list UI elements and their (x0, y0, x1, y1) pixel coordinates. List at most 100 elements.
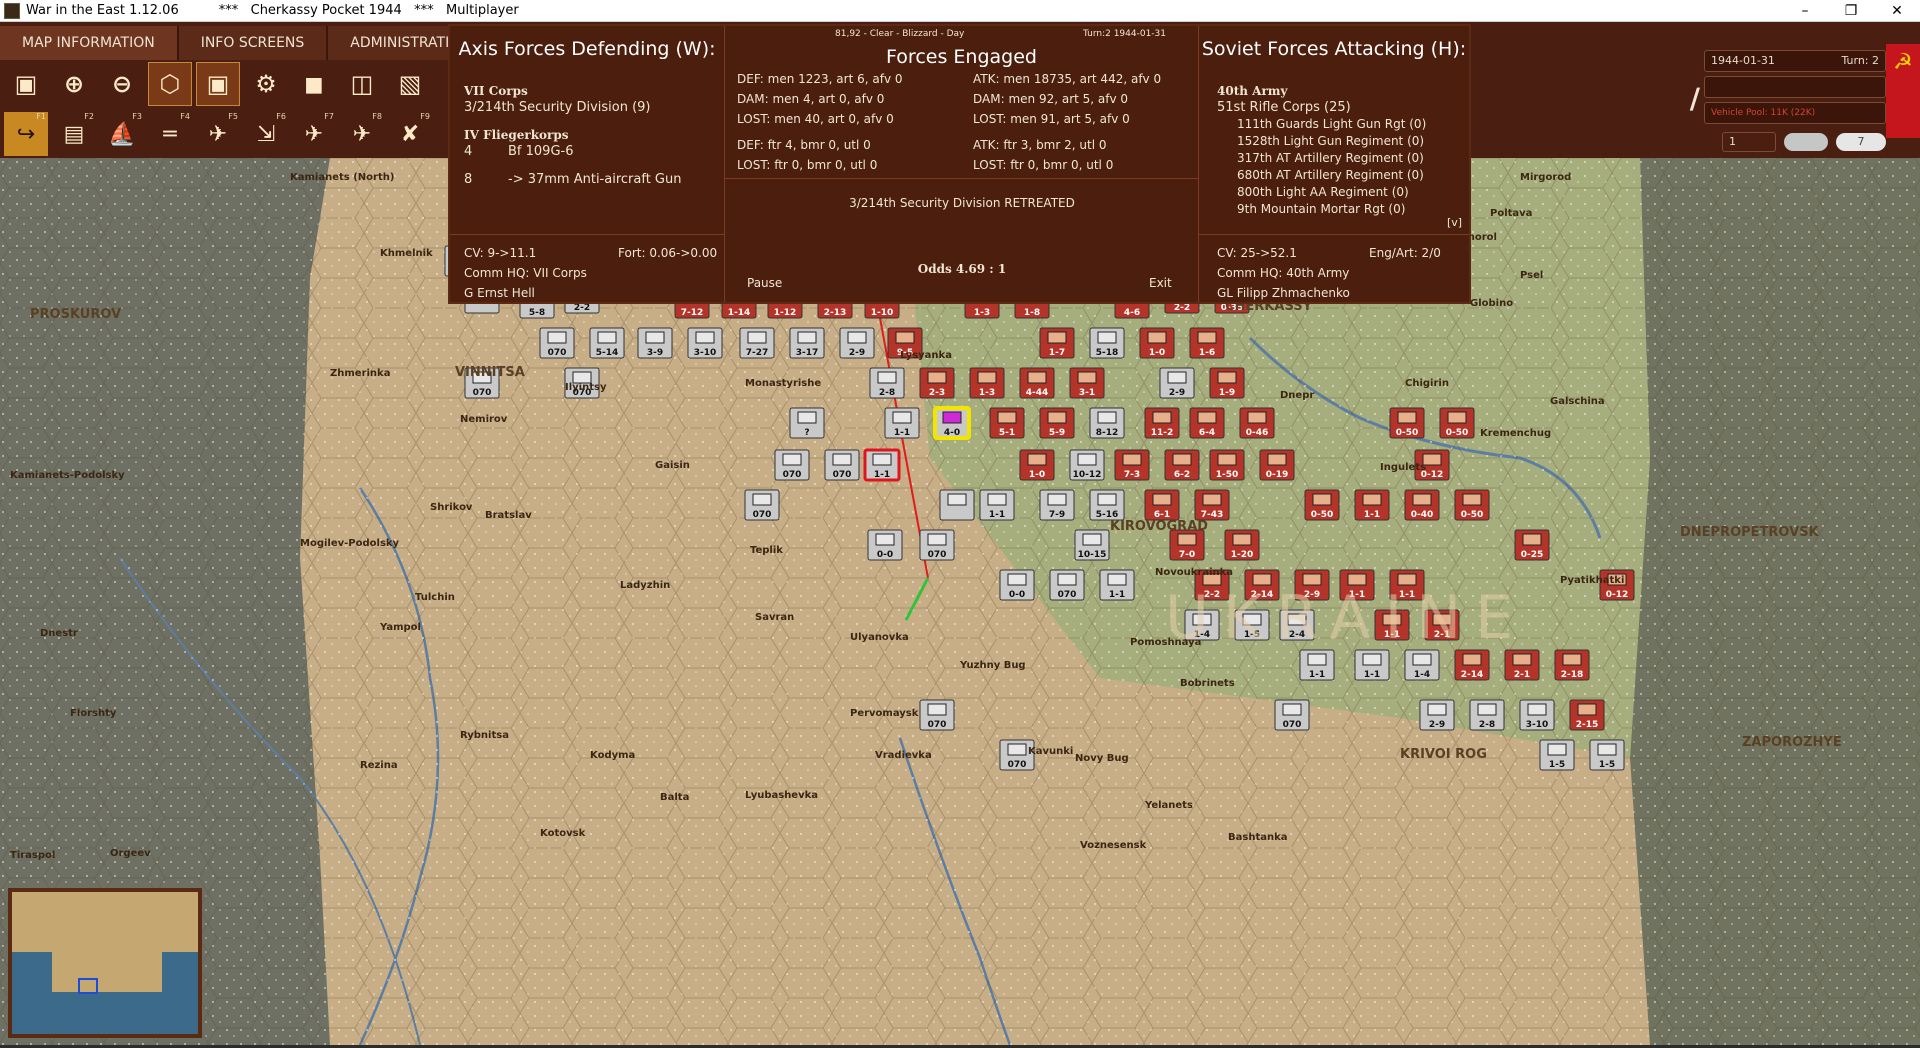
axis-unit-counter[interactable]: 5-18 (1089, 327, 1125, 359)
soviet-subunit[interactable]: 111th Guards Light Gun Rgt (0) (1237, 117, 1426, 131)
axis-unit-counter[interactable]: 7-9 (1039, 489, 1075, 521)
soviet-unit-counter[interactable]: 3-1 (1069, 367, 1105, 399)
tab-info-screens[interactable]: INFO SCREENS (178, 26, 329, 60)
axis-unit-counter[interactable]: 070 (774, 449, 810, 481)
soviet-unit-counter[interactable]: 4-44 (1019, 367, 1055, 399)
soviet-unit-counter[interactable]: 2-3 (919, 367, 955, 399)
hex-grid-icon[interactable]: ⬡ (148, 62, 192, 106)
axis-unit-counter[interactable]: 0-0 (867, 529, 903, 561)
value-field[interactable]: 1 (1722, 132, 1776, 152)
recon-icon[interactable]: F7 ✈ (292, 112, 336, 156)
axis-unit-counter[interactable]: 5-16 (1089, 489, 1125, 521)
soviet-subunit[interactable]: 800th Light AA Regiment (0) (1237, 185, 1409, 199)
rail-icon[interactable]: F4 ═ (148, 112, 192, 156)
soviet-unit-counter[interactable]: 0-50 (1439, 407, 1475, 439)
axis-unit-counter[interactable]: ? (789, 407, 825, 439)
soviet-unit-counter[interactable]: 6-2 (1164, 449, 1200, 481)
axis-unit-counter[interactable]: 5-14 (589, 327, 625, 359)
soviet-unit-line[interactable]: 51st Rifle Corps (25) (1217, 100, 1351, 115)
tab-map-information[interactable]: MAP INFORMATION (0, 26, 179, 60)
soviet-subunit[interactable]: 317th AT Artillery Regiment (0) (1237, 151, 1424, 165)
axis-unit-counter[interactable] (939, 489, 975, 521)
zoom-level[interactable]: 7 (1836, 133, 1886, 151)
soviet-unit-counter[interactable]: 0-50 (1389, 407, 1425, 439)
pencil-icon[interactable]: ∕ (1690, 82, 1700, 115)
maximize-icon[interactable]: ❐ (1828, 0, 1874, 22)
axis-unit-counter[interactable]: 070 (824, 449, 860, 481)
soviet-unit-counter[interactable]: 1-50 (1209, 449, 1245, 481)
move-icon[interactable]: F1 ↪ (4, 112, 48, 156)
soviet-unit-counter[interactable]: 7-0 (1169, 529, 1205, 561)
axis-unit-counter[interactable]: 1-1 (979, 489, 1015, 521)
soviet-unit-counter[interactable]: 5-1 (989, 407, 1025, 439)
minimap[interactable] (8, 888, 202, 1038)
axis-unit-counter[interactable]: 1-1 (1299, 649, 1335, 681)
soviet-unit-counter[interactable]: 1-0 (1139, 327, 1175, 359)
more-toggle[interactable]: [v] (1447, 216, 1462, 229)
axis-unit-counter[interactable]: 2-9 (839, 327, 875, 359)
close-icon[interactable]: ✕ (1874, 0, 1920, 22)
zoom-out-icon[interactable]: ⊖ (100, 62, 144, 106)
soviet-unit-counter[interactable]: 1-20 (1224, 529, 1260, 561)
axis-unit-counter[interactable]: 1-1 (1354, 649, 1390, 681)
soviet-unit-counter[interactable]: 2-14 (1454, 649, 1490, 681)
air-attack-icon[interactable]: F9 ✘ (388, 112, 432, 156)
soviet-unit-counter[interactable]: 6-1 (1144, 489, 1180, 521)
axis-unit-counter[interactable]: 4-0 (933, 406, 971, 440)
axis-unit-counter[interactable]: 3-9 (637, 327, 673, 359)
soviet-unit-counter[interactable]: 1-9 (1209, 367, 1245, 399)
soviet-unit-counter[interactable]: 1-3 (969, 367, 1005, 399)
bomb-icon[interactable]: F8 ✈ (340, 112, 384, 156)
axis-unit-counter[interactable]: 3-17 (789, 327, 825, 359)
minimap-viewport[interactable] (78, 978, 98, 994)
soviet-unit-counter[interactable]: 0-25 (1514, 529, 1550, 561)
axis-unit-counter[interactable]: 1-1 (884, 407, 920, 439)
axis-unit-counter[interactable]: 1-4 (1404, 649, 1440, 681)
transfer-icon[interactable]: F6 ⇲ (244, 112, 288, 156)
axis-unit-counter[interactable]: 10-15 (1074, 529, 1110, 561)
window-icon[interactable]: ▣ (4, 62, 48, 106)
soviet-unit-counter[interactable]: 2-15 (1569, 699, 1605, 731)
axis-unit-counter[interactable]: 2-9 (1419, 699, 1455, 731)
soviet-unit-counter[interactable]: 0-50 (1304, 489, 1340, 521)
zoom-in-icon[interactable]: ⊕ (52, 62, 96, 106)
soviet-unit-counter[interactable]: 2-1 (1504, 649, 1540, 681)
axis-unit-counter[interactable]: 1-5 (1589, 739, 1625, 771)
axis-unit-counter[interactable]: 3-10 (1519, 699, 1555, 731)
settings-gear-icon[interactable]: ⚙ (244, 62, 288, 106)
soviet-unit-counter[interactable]: 1-7 (1039, 327, 1075, 359)
axis-unit-counter[interactable]: 070 (919, 529, 955, 561)
axis-unit-counter[interactable]: 10-12 (1069, 449, 1105, 481)
soviet-unit-counter[interactable]: 0-40 (1404, 489, 1440, 521)
soviet-unit-counter[interactable]: 1-6 (1189, 327, 1225, 359)
axis-unit-counter[interactable]: 0-0 (999, 569, 1035, 601)
soviet-unit-counter[interactable]: 7-43 (1194, 489, 1230, 521)
axis-unit-counter[interactable]: 1-1 (863, 448, 901, 482)
center-map-icon[interactable]: ▣ (196, 62, 240, 106)
soviet-unit-counter[interactable]: 2-18 (1554, 649, 1590, 681)
axis-unit-counter[interactable]: 1-1 (1099, 569, 1135, 601)
axis-unit-counter[interactable]: 3-10 (687, 327, 723, 359)
axis-unit-counter[interactable]: 2-8 (1469, 699, 1505, 731)
air-icon[interactable]: F5 ✈ (196, 112, 240, 156)
naval-icon[interactable]: F3 ⛵ (100, 112, 144, 156)
soviet-subunit[interactable]: 1528th Light Gun Regiment (0) (1237, 134, 1424, 148)
exit-button[interactable]: Exit (1149, 276, 1172, 290)
axis-unit-counter[interactable]: 070 (744, 489, 780, 521)
axis-unit-counter[interactable]: 070 (1049, 569, 1085, 601)
pause-button[interactable]: Pause (747, 276, 782, 290)
unit-display-icon[interactable]: ◼ (292, 62, 336, 106)
soviet-subunit[interactable]: 680th AT Artillery Regiment (0) (1237, 168, 1424, 182)
ground-icon[interactable]: F2 ▤ (52, 112, 96, 156)
axis-unit-counter[interactable]: 070 (539, 327, 575, 359)
soviet-unit-counter[interactable]: 0-46 (1239, 407, 1275, 439)
axis-unit-counter[interactable]: 1-5 (1539, 739, 1575, 771)
soviet-unit-counter[interactable]: 1-1 (1354, 489, 1390, 521)
soviet-subunit[interactable]: 9th Mountain Mortar Rgt (0) (1237, 202, 1405, 216)
soviet-unit-counter[interactable]: 5-9 (1039, 407, 1075, 439)
axis-unit-counter[interactable]: 8-12 (1089, 407, 1125, 439)
axis-unit-line[interactable]: 3/214th Security Division (9) (464, 100, 651, 115)
soviet-unit-counter[interactable]: 11-2 (1144, 407, 1180, 439)
chart-icon[interactable]: ▧ (388, 62, 432, 106)
minimize-icon[interactable]: – (1782, 0, 1828, 22)
